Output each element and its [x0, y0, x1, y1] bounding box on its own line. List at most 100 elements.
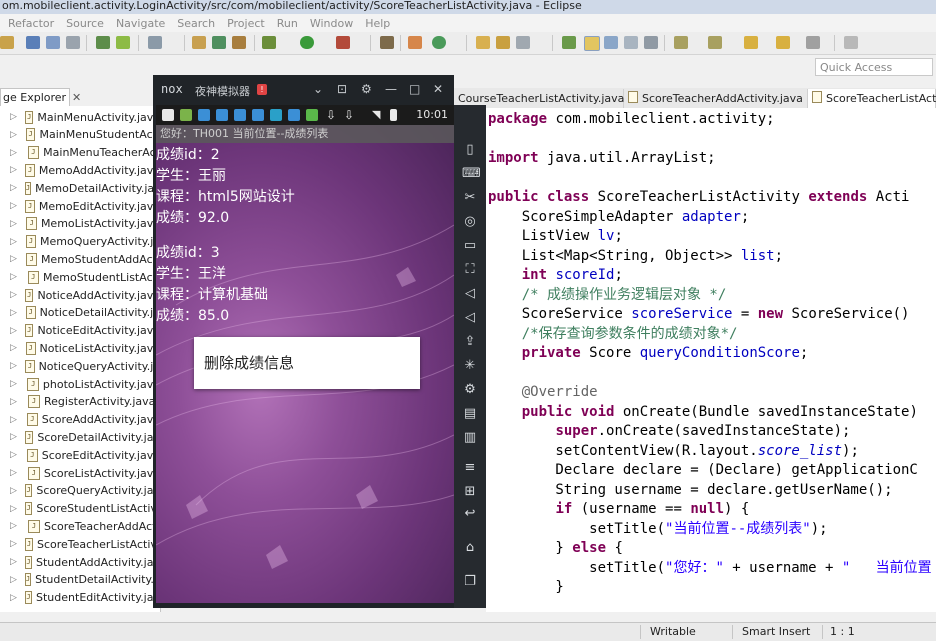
tree-item[interactable]: ▷ J ScoreTeacherAddActi — [0, 517, 160, 535]
tree-item[interactable]: ▷ J ScoreQueryActivity.jav — [0, 482, 160, 500]
open-type-icon[interactable] — [192, 36, 206, 49]
show-whitespace-icon[interactable] — [624, 36, 638, 49]
tree-item[interactable]: ▷ J ScoreAddActivity.java — [0, 411, 160, 429]
expand-arrow-icon[interactable]: ▷ — [10, 593, 17, 603]
recent-apps-icon[interactable]: ❐ — [462, 575, 478, 589]
menu-navigate[interactable]: Navigate — [116, 17, 165, 30]
minimize-icon[interactable]: — — [385, 82, 397, 96]
tree-item[interactable]: ▷ J NoticeQueryActivity.ja — [0, 357, 160, 375]
tree-item[interactable]: ▷ J StudentDetailActivity.ja — [0, 571, 160, 589]
multi-instance-icon[interactable]: ▤ — [462, 407, 478, 421]
edit-icon[interactable] — [516, 36, 530, 49]
tree-item[interactable]: ▷ J MemoStudentAddActi — [0, 250, 160, 268]
tree-item[interactable]: ▷ J NoticeAddActivity.java — [0, 286, 160, 304]
close-icon[interactable]: ✕ — [72, 91, 81, 104]
quick-access-input[interactable]: Quick Access — [815, 58, 933, 76]
pen-icon[interactable] — [380, 36, 394, 49]
expand-arrow-icon[interactable]: ▷ — [10, 148, 20, 158]
score-record-field[interactable]: 成绩：92.0 — [156, 208, 229, 229]
expand-arrow-icon[interactable]: ▷ — [10, 379, 19, 389]
next-annotation-icon[interactable] — [674, 36, 688, 49]
package-icon[interactable] — [232, 36, 246, 49]
package-explorer-tab[interactable]: ge Explorer ✕ — [0, 88, 81, 106]
expand-arrow-icon[interactable]: ▷ — [10, 486, 17, 496]
tree-item[interactable]: ▷ J MainMenuActivity.java — [0, 108, 160, 126]
expand-arrow-icon[interactable]: ▷ — [10, 450, 19, 460]
delete-score-menu-item[interactable]: 删除成绩信息 — [194, 337, 420, 389]
score-record-field[interactable]: 成绩id：3 — [156, 243, 220, 264]
mark-icon[interactable] — [562, 36, 576, 49]
settings-icon[interactable]: ⚙ — [361, 82, 372, 96]
tree-item[interactable]: ▷ J MainMenuStudentActi — [0, 126, 160, 144]
expand-arrow-icon[interactable]: ▷ — [10, 539, 17, 549]
tree-item[interactable]: ▷ J ScoreListActivity.java — [0, 464, 160, 482]
open-folder-icon[interactable] — [476, 36, 490, 49]
expand-arrow-icon[interactable]: ▷ — [10, 361, 17, 371]
menu-help[interactable]: Help — [365, 17, 390, 30]
score-record-field[interactable]: 成绩id：2 — [156, 145, 220, 166]
scissors-icon[interactable]: ✂ — [462, 191, 478, 205]
expand-arrow-icon[interactable]: ▷ — [10, 415, 19, 425]
phone-icon[interactable]: ▯ — [462, 143, 478, 157]
menu-icon[interactable]: ≡ — [462, 461, 478, 475]
macro-icon[interactable]: ⚙ — [462, 383, 478, 397]
score-record-field[interactable]: 学生：王洋 — [156, 264, 226, 285]
next-icon[interactable] — [806, 36, 820, 49]
new-class-icon[interactable] — [212, 36, 226, 49]
forward-icon[interactable] — [776, 36, 790, 49]
pin-icon[interactable] — [844, 36, 858, 49]
tree-item[interactable]: ▷ J ScoreDetailActivity.jav — [0, 428, 160, 446]
score-record-field[interactable]: 成绩：85.0 — [156, 306, 229, 327]
run-icon[interactable] — [300, 36, 314, 49]
tree-item[interactable]: ▷ J MemoEditActivity.java — [0, 197, 160, 215]
menu-run[interactable]: Run — [277, 17, 298, 30]
code-editor[interactable]: package com.mobileclient.activity; import… — [486, 108, 936, 612]
expand-arrow-icon[interactable]: ▷ — [10, 201, 17, 211]
tree-item[interactable]: ▷ J RegisterActivity.java — [0, 393, 160, 411]
block-icon[interactable] — [604, 36, 618, 49]
tree-item[interactable]: ▷ J ScoreTeacherListActivi — [0, 535, 160, 553]
alert-icon[interactable]: ! — [257, 84, 267, 95]
expand-arrow-icon[interactable]: ▷ — [10, 237, 18, 247]
expand-arrow-icon[interactable]: ▷ — [10, 112, 17, 122]
expand-arrow-icon[interactable]: ▷ — [10, 290, 17, 300]
score-record-field[interactable]: 学生：王丽 — [156, 166, 226, 187]
volume-down-icon[interactable]: ◁ — [462, 311, 478, 325]
tree-item[interactable]: ▷ J ScoreStudentListActivi — [0, 500, 160, 518]
home-nav-icon[interactable]: ⌂ — [462, 541, 478, 555]
expand-arrow-icon[interactable]: ▷ — [10, 308, 18, 318]
tree-item[interactable]: ▷ J NoticeDetailActivity.ja — [0, 304, 160, 322]
dropdown-icon[interactable]: ⌄ — [313, 82, 323, 96]
expand-arrow-icon[interactable]: ▷ — [10, 254, 18, 264]
expand-arrow-icon[interactable]: ▷ — [10, 557, 17, 567]
menu-refactor[interactable]: Refactor — [8, 17, 54, 30]
tree-item[interactable]: ▷ J MemoAddActivity.java — [0, 161, 160, 179]
refresh-icon[interactable] — [432, 36, 446, 49]
menu-project[interactable]: Project — [227, 17, 265, 30]
tree-item[interactable]: ▷ J StudentEditActivity.jav — [0, 589, 160, 607]
tree-item[interactable]: ▷ J ScoreEditActivity.java — [0, 446, 160, 464]
tree-item[interactable]: ▷ J StudentAddActivity.jav — [0, 553, 160, 571]
pin-window-icon[interactable]: ⊡ — [337, 82, 347, 96]
expand-arrow-icon[interactable]: ▷ — [10, 183, 17, 193]
tree-item[interactable]: ▷ J MainMenuTeacherAct — [0, 144, 160, 162]
tree-item[interactable]: ▷ J NoticeListActivity.java — [0, 339, 160, 357]
screen-icon[interactable]: ▭ — [462, 239, 478, 253]
expand-arrow-icon[interactable]: ▷ — [10, 521, 20, 531]
expand-arrow-icon[interactable]: ▷ — [10, 165, 17, 175]
grid-icon[interactable]: ⊞ — [462, 485, 478, 499]
volume-up-icon[interactable]: ◁ — [462, 287, 478, 301]
menu-source[interactable]: Source — [66, 17, 104, 30]
tree-item[interactable]: ▷ J MemoListActivity.java — [0, 215, 160, 233]
score-record-field[interactable]: 课程：html5网站设计 — [156, 187, 295, 208]
folder-icon[interactable] — [496, 36, 510, 49]
expand-arrow-icon[interactable]: ▷ — [10, 130, 18, 140]
back-icon[interactable] — [744, 36, 758, 49]
location-icon[interactable]: ◎ — [462, 215, 478, 229]
menu-window[interactable]: Window — [310, 17, 353, 30]
keyboard-icon[interactable]: ⌨ — [462, 167, 481, 181]
expand-arrow-icon[interactable]: ▷ — [10, 272, 20, 282]
tab-score-teacher-list[interactable]: ScoreTeacherListActivi — [808, 89, 936, 108]
upload-icon[interactable]: ⇪ — [462, 335, 478, 349]
download-icon[interactable] — [96, 36, 110, 49]
